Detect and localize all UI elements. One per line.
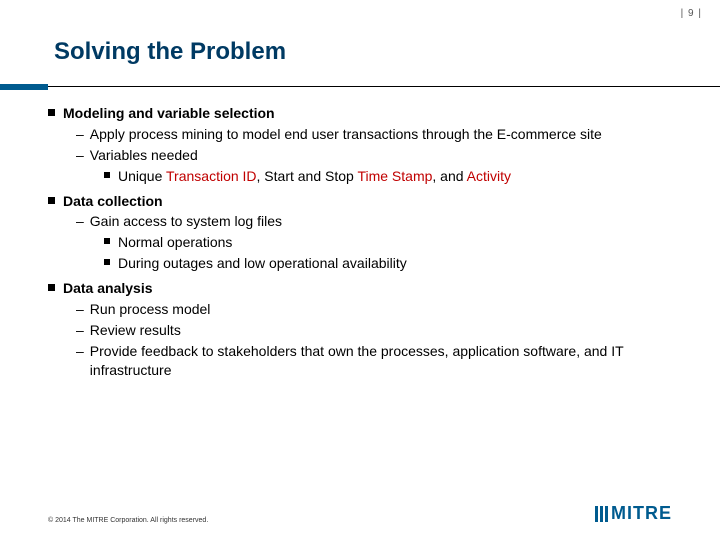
square-bullet-icon [104, 238, 110, 244]
accent-bar [0, 84, 48, 90]
list-item-text: Variables needed [90, 146, 198, 165]
square-bullet-icon [104, 172, 110, 178]
dash-bullet-icon: – [76, 146, 84, 165]
list-item-text: Apply process mining to model end user t… [90, 125, 602, 144]
square-bullet-icon [104, 259, 110, 265]
dash-bullet-icon: – [76, 212, 84, 231]
dash-bullet-icon: – [76, 300, 84, 319]
sub-list-item-text: Unique Transaction ID, Start and Stop Ti… [118, 167, 511, 186]
title-rule [48, 84, 672, 86]
section-heading: Data collection [63, 192, 163, 211]
logo-bars-icon [595, 506, 608, 522]
sub-list-item: During outages and low operational avail… [104, 254, 672, 273]
dash-bullet-icon: – [76, 125, 84, 144]
list-item-text: Run process model [90, 300, 211, 319]
text-fragment: Unique [118, 168, 166, 184]
slide: | 9 | Solving the Problem Modeling and v… [0, 0, 720, 540]
sub-list-item: Normal operations [104, 233, 672, 252]
section-heading-row: Data collection [48, 192, 672, 211]
list-item: –Review results [76, 321, 672, 340]
copyright-text: © 2014 The MITRE Corporation. All rights… [48, 517, 208, 524]
list-item-text: Provide feedback to stakeholders that ow… [90, 342, 672, 380]
title-row: Solving the Problem [48, 38, 672, 86]
section-heading-row: Data analysis [48, 279, 672, 298]
section: Data collection–Gain access to system lo… [48, 192, 672, 274]
footer: © 2014 The MITRE Corporation. All rights… [48, 503, 672, 524]
section-heading: Modeling and variable selection [63, 104, 275, 123]
highlighted-term: Activity [467, 168, 511, 184]
list-item: –Provide feedback to stakeholders that o… [76, 342, 672, 380]
text-fragment: During outages and low operational avail… [118, 255, 407, 271]
square-bullet-icon [48, 197, 55, 204]
page-number: | 9 | [681, 8, 702, 19]
list-item: –Variables needed [76, 146, 672, 165]
list-item: –Gain access to system log files [76, 212, 672, 231]
text-fragment: , Start and Stop [257, 168, 358, 184]
sub-list-item: Unique Transaction ID, Start and Stop Ti… [104, 167, 672, 186]
horizontal-rule [48, 86, 720, 87]
highlighted-term: Time Stamp [357, 168, 432, 184]
dash-bullet-icon: – [76, 342, 84, 380]
logo-text: MITRE [611, 503, 672, 524]
text-fragment: , and [432, 168, 466, 184]
square-bullet-icon [48, 109, 55, 116]
slide-title: Solving the Problem [48, 38, 672, 66]
list-item: –Apply process mining to model end user … [76, 125, 672, 144]
highlighted-term: Transaction ID [166, 168, 257, 184]
section: Modeling and variable selection –Apply pr… [48, 104, 672, 186]
sub-list-item-text: During outages and low operational avail… [118, 254, 407, 273]
sub-list-item-text: Normal operations [118, 233, 232, 252]
dash-bullet-icon: – [76, 321, 84, 340]
mitre-logo: MITRE [595, 503, 672, 524]
list-item: –Run process model [76, 300, 672, 319]
list-item-text: Review results [90, 321, 181, 340]
section-heading: Data analysis [63, 279, 153, 298]
square-bullet-icon [48, 284, 55, 291]
text-fragment: Normal operations [118, 234, 232, 250]
content-area: Modeling and variable selection–Apply pr… [48, 104, 672, 380]
section: Data analysis–Run process model–Review r… [48, 279, 672, 379]
section-heading-row: Modeling and variable selection [48, 104, 672, 123]
list-item-text: Gain access to system log files [90, 212, 282, 231]
